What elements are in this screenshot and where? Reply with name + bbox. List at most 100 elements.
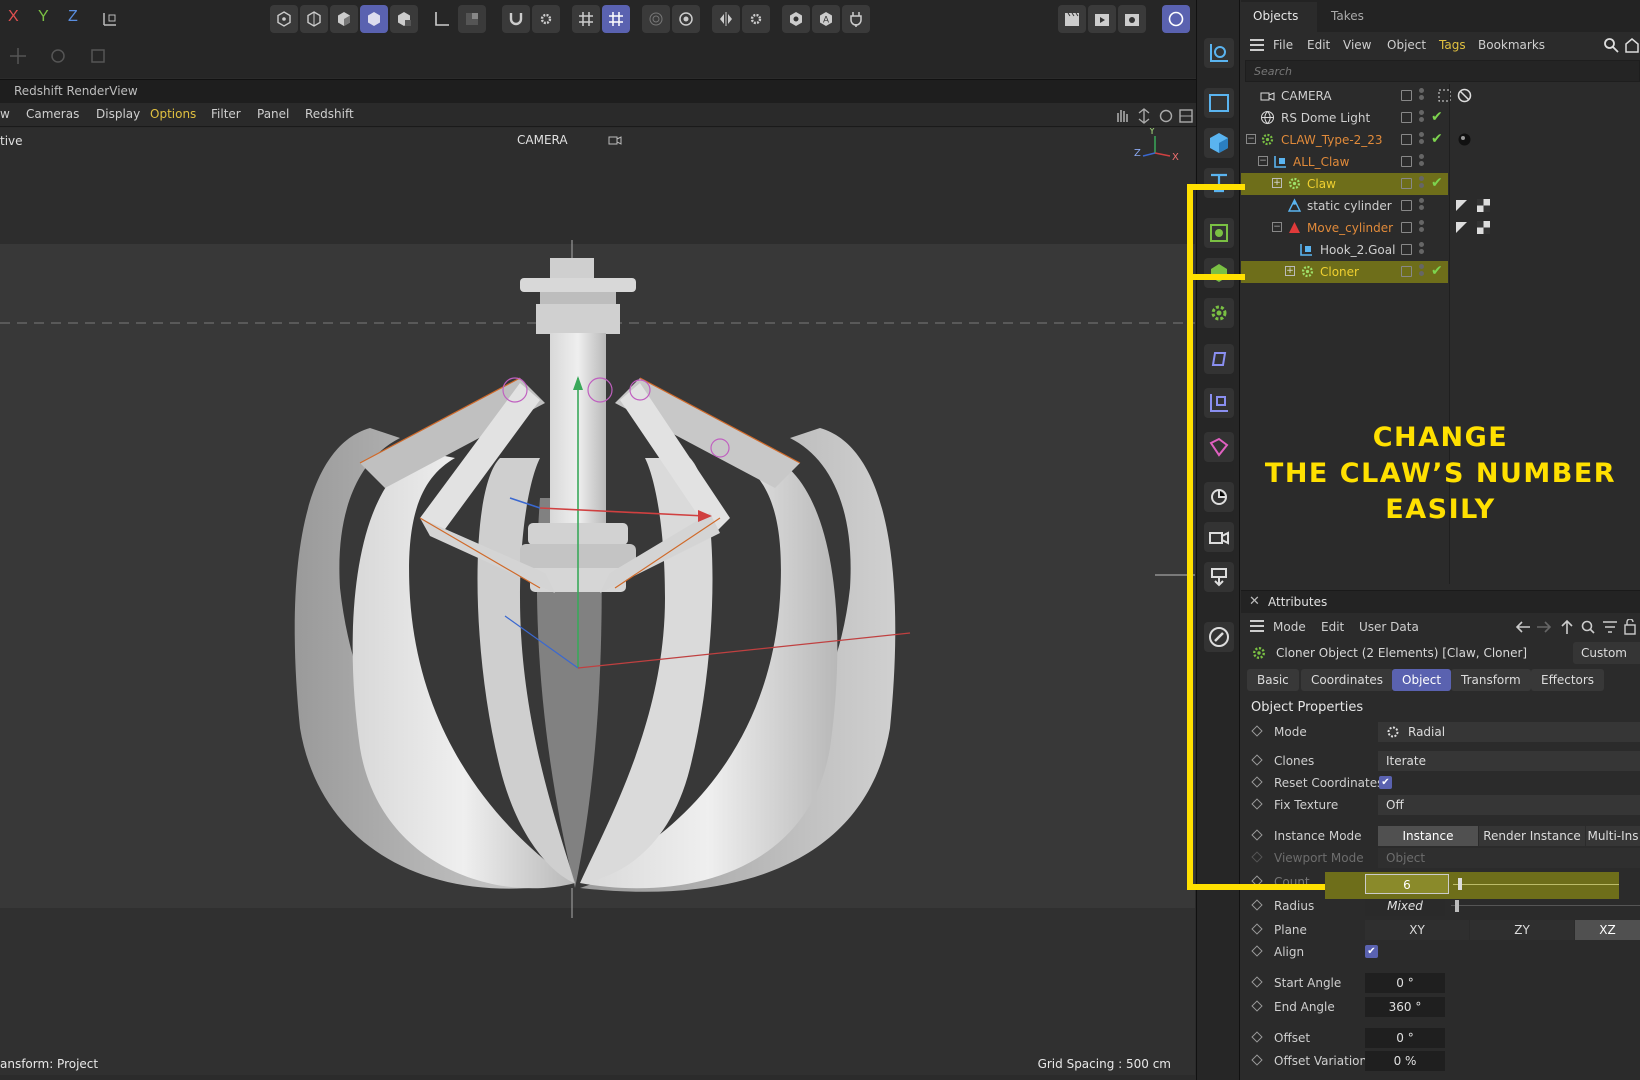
edit-toggle-icon[interactable]	[1401, 178, 1412, 189]
axis-mode-button[interactable]	[428, 5, 456, 33]
keyframe-diamond-icon[interactable]	[1251, 923, 1263, 935]
mograph-button[interactable]	[1204, 258, 1234, 288]
enabled-check-icon[interactable]: ✔	[1431, 263, 1443, 279]
instance-mode-instance[interactable]: Instance	[1378, 826, 1478, 846]
cloner-button[interactable]	[1204, 298, 1234, 328]
fix-texture-dropdown[interactable]: Off	[1378, 795, 1640, 815]
viewport-camera-label[interactable]: CAMERA	[517, 133, 568, 147]
edit-tool-button[interactable]	[1204, 622, 1234, 652]
soft-selection-button[interactable]	[642, 5, 670, 33]
count-input[interactable]: 6	[1365, 874, 1449, 894]
edit-toggle-icon[interactable]	[1401, 266, 1412, 277]
render-view-button[interactable]	[1058, 5, 1086, 33]
x-axis-lock-button[interactable]: X	[8, 8, 19, 26]
move-tool-button[interactable]	[4, 42, 32, 70]
visibility-dots-icon[interactable]	[1419, 264, 1424, 280]
offset-input[interactable]: 0 °	[1365, 1028, 1445, 1048]
enabled-check-icon[interactable]: ✔	[1431, 109, 1443, 125]
mode-dropdown[interactable]: Radial	[1378, 722, 1640, 742]
preset-dropdown[interactable]: Custom	[1573, 642, 1640, 664]
uv-mode-button[interactable]	[390, 5, 418, 33]
edit-toggle-icon[interactable]	[1401, 200, 1412, 211]
menu-bookmarks[interactable]: Bookmarks	[1478, 38, 1545, 52]
plane-zy[interactable]: ZY	[1470, 920, 1574, 940]
keyframe-diamond-icon[interactable]	[1251, 725, 1263, 737]
object-row-move-cylinder[interactable]: − Move_cylinder	[1241, 217, 1490, 239]
render-settings-clapper-button[interactable]	[1118, 5, 1146, 33]
keyframe-diamond-icon[interactable]	[1251, 945, 1263, 957]
tab-basic[interactable]: Basic	[1247, 669, 1299, 691]
object-row-claw[interactable]: + Claw ✔	[1241, 173, 1448, 195]
tab-takes[interactable]: Takes	[1331, 9, 1364, 23]
count-slider-knob[interactable]	[1458, 878, 1462, 890]
menu-redshift[interactable]: Redshift	[305, 107, 354, 121]
keyframe-diamond-icon[interactable]	[1251, 875, 1263, 887]
close-icon[interactable]: ✕	[1249, 594, 1260, 609]
z-axis-lock-button[interactable]: Z	[68, 8, 78, 26]
snap-settings-button[interactable]	[532, 5, 560, 33]
end-angle-input[interactable]: 360 °	[1365, 997, 1445, 1017]
plane-xy[interactable]: XY	[1365, 920, 1469, 940]
light-button[interactable]	[1204, 562, 1234, 592]
symmetry-button[interactable]	[712, 5, 740, 33]
hamburger-menu-icon[interactable]	[1249, 619, 1265, 633]
visibility-dots-icon[interactable]	[1419, 242, 1424, 258]
object-row-claw-type[interactable]: − CLAW_Type-2_23 ✔	[1241, 129, 1471, 151]
menu-object[interactable]: Object	[1387, 38, 1426, 52]
offset-variation-input[interactable]: 0 %	[1365, 1051, 1445, 1071]
object-row-static-cylinder[interactable]: static cylinder	[1241, 195, 1490, 217]
points-mode-button[interactable]	[270, 5, 298, 33]
plugin-button[interactable]	[842, 5, 870, 33]
redshift-button[interactable]	[1162, 5, 1190, 33]
visibility-dots-icon[interactable]	[1419, 132, 1424, 148]
checker-tag-icon[interactable]	[1476, 198, 1491, 213]
enabled-check-icon[interactable]: ✔	[1431, 175, 1443, 191]
menu-edit[interactable]: Edit	[1321, 620, 1344, 634]
grid-snap-button[interactable]	[572, 5, 600, 33]
symmetry-settings-button[interactable]	[742, 5, 770, 33]
enabled-check-icon[interactable]: ✔	[1431, 131, 1443, 147]
collapse-toggle-icon[interactable]: −	[1246, 134, 1256, 144]
count-slider-track[interactable]	[1453, 884, 1619, 885]
expand-toggle-icon[interactable]: +	[1272, 178, 1282, 188]
tab-effectors[interactable]: Effectors	[1531, 669, 1605, 691]
tab-objects[interactable]: Objects	[1253, 9, 1298, 23]
align-checkbox[interactable]: ✔	[1365, 945, 1378, 958]
object-row-hook-goal[interactable]: Hook_2.Goal	[1241, 239, 1448, 261]
viewport-navigation-icons[interactable]	[1114, 107, 1194, 125]
radius-slider-track[interactable]	[1451, 905, 1640, 906]
constraint-tag-icon[interactable]	[1454, 198, 1469, 213]
edit-toggle-icon[interactable]	[1401, 156, 1412, 167]
visibility-dots-icon[interactable]	[1419, 88, 1424, 104]
field-button[interactable]	[1204, 388, 1234, 418]
protection-tag-icon[interactable]	[1457, 88, 1472, 103]
visibility-dots-icon[interactable]	[1419, 176, 1424, 192]
object-row-all-claw[interactable]: − ALL_Claw	[1241, 151, 1448, 173]
object-row-cloner[interactable]: + Cloner ✔	[1241, 261, 1448, 283]
null-object-button[interactable]	[1204, 38, 1234, 68]
deformer-button[interactable]	[1204, 344, 1234, 374]
menu-edit[interactable]: Edit	[1307, 38, 1330, 52]
expand-toggle-icon[interactable]: +	[1285, 266, 1295, 276]
text-button[interactable]	[1204, 168, 1234, 198]
edit-toggle-icon[interactable]	[1401, 222, 1412, 233]
effector-button[interactable]	[1204, 432, 1234, 462]
menu-file[interactable]: File	[1273, 38, 1293, 52]
collapse-toggle-icon[interactable]: −	[1272, 222, 1282, 232]
polygons-mode-button[interactable]	[330, 5, 358, 33]
hamburger-menu-icon[interactable]	[1249, 38, 1265, 52]
menu-view[interactable]: w	[0, 107, 10, 121]
plane-xz[interactable]: XZ	[1575, 920, 1640, 940]
soft-selection-settings-button[interactable]	[672, 5, 700, 33]
edit-toggle-icon[interactable]	[1401, 90, 1412, 101]
edit-toggle-icon[interactable]	[1401, 112, 1412, 123]
menu-display[interactable]: Display	[96, 107, 140, 121]
object-row-dome-light[interactable]: RS Dome Light ✔	[1241, 107, 1448, 129]
keyframe-diamond-icon[interactable]	[1251, 1000, 1263, 1012]
collapse-toggle-icon[interactable]: −	[1258, 156, 1268, 166]
workplane-snap-button[interactable]	[602, 5, 630, 33]
start-angle-input[interactable]: 0 °	[1365, 973, 1445, 993]
menu-tags[interactable]: Tags	[1439, 38, 1466, 52]
tab-coordinates[interactable]: Coordinates	[1301, 669, 1394, 691]
material-tag-icon[interactable]	[1457, 132, 1472, 147]
